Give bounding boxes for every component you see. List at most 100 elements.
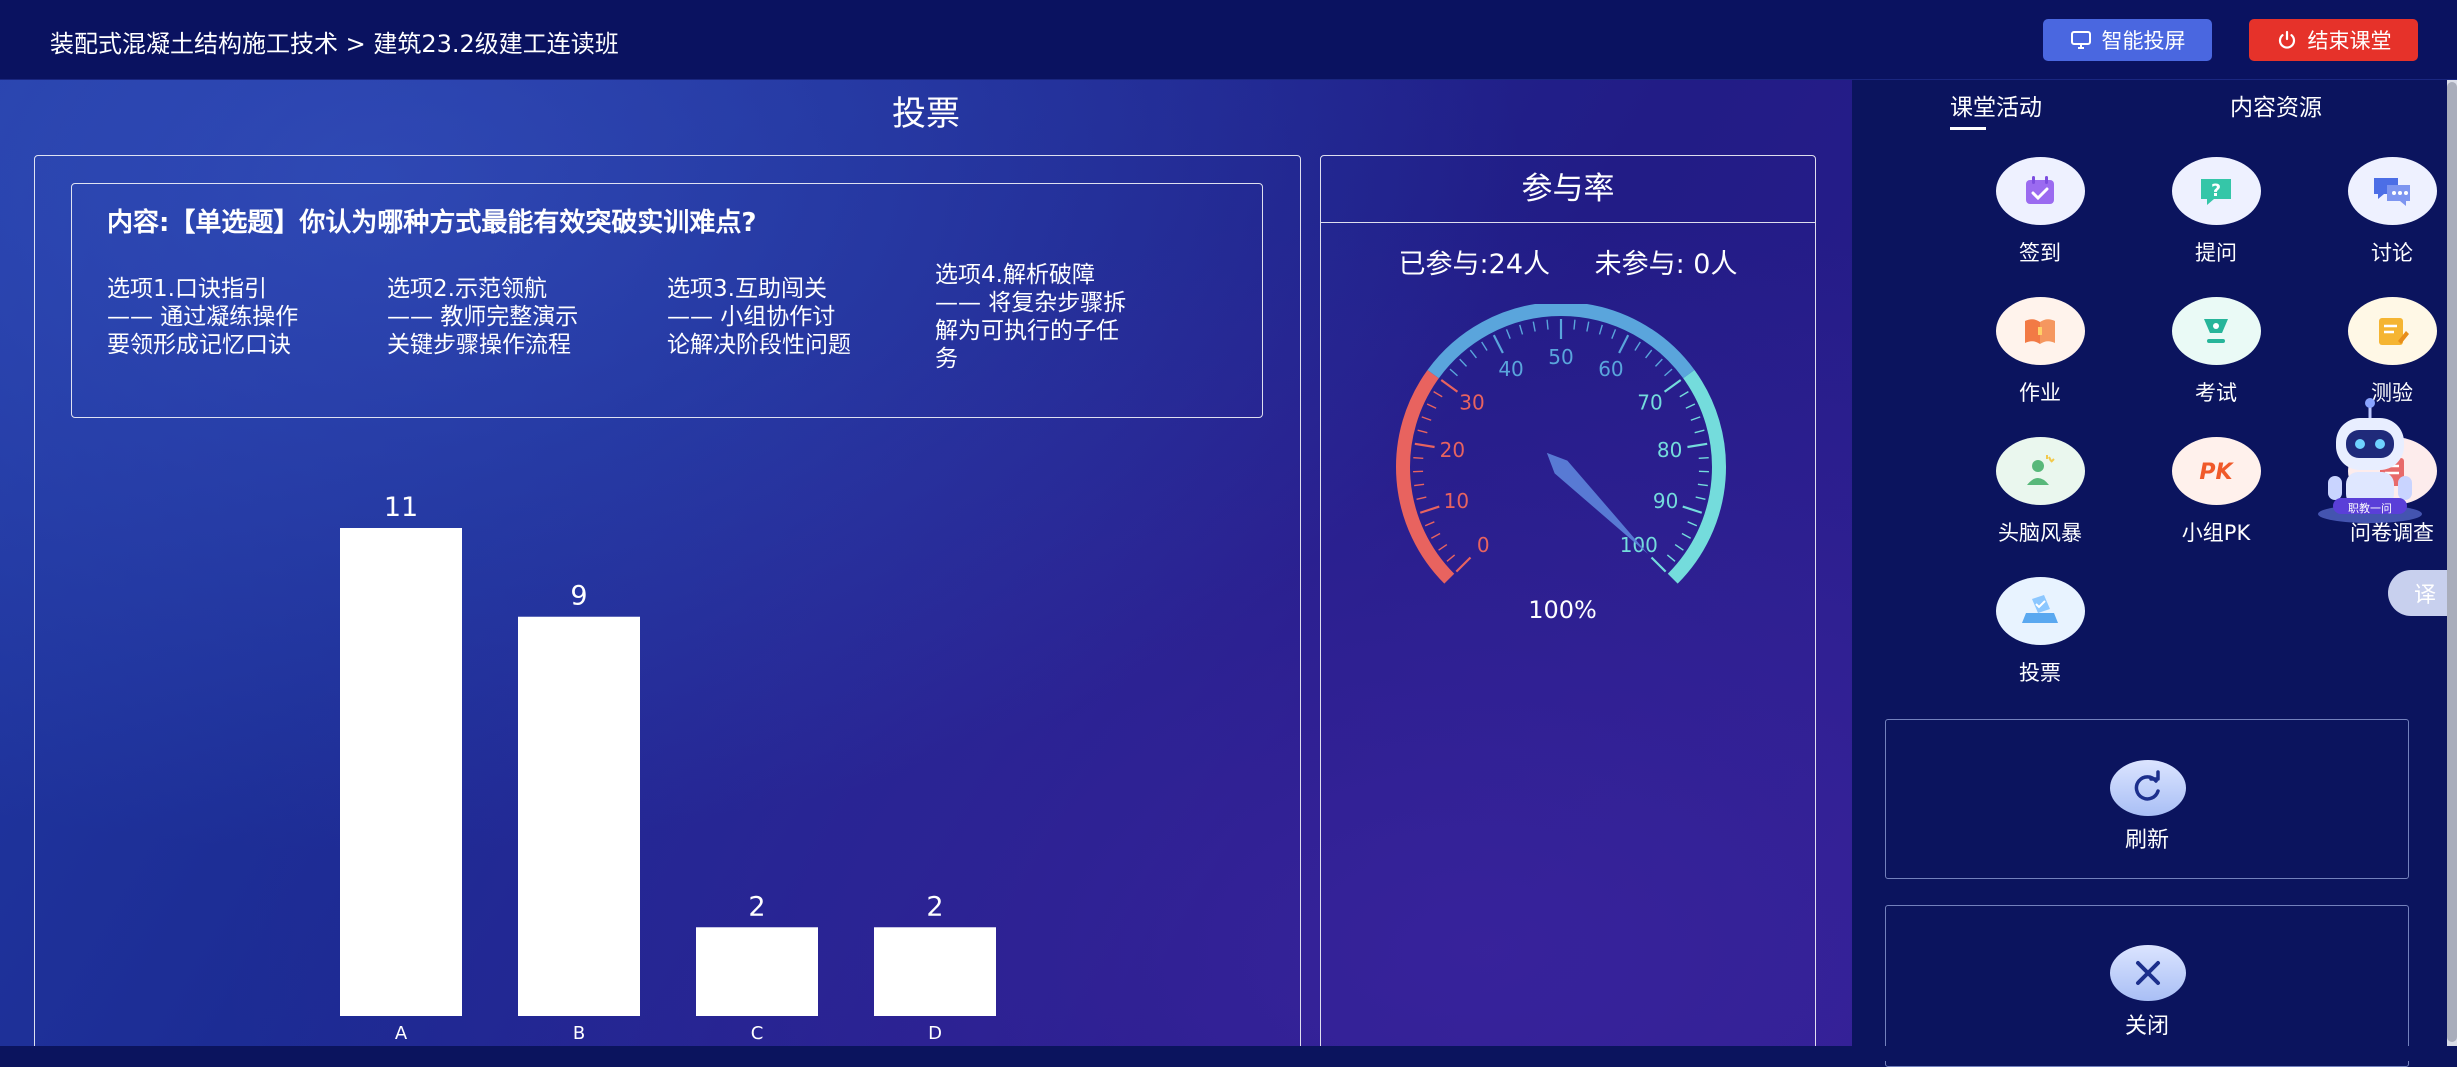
bar-C bbox=[696, 927, 818, 1016]
activity-icon-bg bbox=[2172, 297, 2261, 365]
sidebar: 课堂活动 内容资源 签到 ? 提问 bbox=[1852, 80, 2457, 1046]
refresh-icon-bg bbox=[2110, 760, 2186, 816]
bar-value-label: 2 bbox=[748, 891, 765, 922]
category-label: D bbox=[928, 1023, 942, 1044]
activity-label: 签到 bbox=[1970, 237, 2110, 267]
gauge-tick bbox=[1686, 404, 1695, 408]
power-icon bbox=[2276, 29, 2298, 51]
activity-discussion[interactable]: 讨论 bbox=[2322, 157, 2457, 267]
gauge-tick-label: 0 bbox=[1477, 533, 1490, 557]
activity-label: 作业 bbox=[1970, 377, 2110, 407]
activity-label: 考试 bbox=[2146, 377, 2286, 407]
activity-label: 小组PK bbox=[2146, 517, 2286, 547]
checkin-icon bbox=[2020, 171, 2060, 211]
gauge-tick bbox=[1427, 404, 1436, 408]
bar-chart-svg: 11A9B2C2D bbox=[35, 156, 1300, 1046]
smart-screen-button[interactable]: 智能投屏 bbox=[2043, 19, 2212, 61]
category-label: C bbox=[751, 1023, 764, 1044]
gauge-tick bbox=[1646, 350, 1652, 358]
activity-checkin[interactable]: 签到 bbox=[1970, 157, 2110, 267]
gauge-tick bbox=[1494, 335, 1503, 353]
activity-icon-bg bbox=[2348, 297, 2437, 365]
bottom-strip bbox=[0, 1046, 2457, 1061]
gauge-tick bbox=[1682, 533, 1691, 538]
activity-icon-bg: ? bbox=[2172, 157, 2261, 225]
activity-label: 投票 bbox=[1970, 657, 2110, 687]
gauge-tick bbox=[1680, 392, 1689, 397]
quiz-icon bbox=[2372, 311, 2412, 351]
refresh-label: 刷新 bbox=[1886, 822, 2408, 854]
gauge-value: 100% bbox=[1321, 596, 1804, 624]
close-icon bbox=[2129, 954, 2167, 992]
group-pk-icon: PK bbox=[2191, 456, 2241, 486]
gauge-tick bbox=[1587, 322, 1589, 332]
gauge-tick bbox=[1414, 484, 1424, 485]
tab-content-resources[interactable]: 内容资源 bbox=[2230, 88, 2322, 122]
gauge-tick bbox=[1574, 320, 1575, 330]
scrollbar[interactable] bbox=[2447, 80, 2457, 1046]
activity-brainstorm[interactable]: 头脑风暴 bbox=[1970, 437, 2110, 547]
gauge-tick bbox=[1482, 342, 1487, 350]
gauge-tick-label: 40 bbox=[1498, 357, 1523, 381]
gauge-tick bbox=[1687, 444, 1707, 447]
activity-icon-bg bbox=[1996, 577, 2085, 645]
activity-icon-bg: PK bbox=[2172, 437, 2261, 505]
gauge-tick bbox=[1691, 417, 1700, 420]
refresh-button[interactable]: 刷新 bbox=[1885, 719, 2409, 879]
activity-group-pk[interactable]: PK 小组PK bbox=[2146, 437, 2286, 547]
top-bar: 装配式混凝土结构施工技术 > 建筑23.2级建工连读班 智能投屏 结束课堂 bbox=[0, 0, 2457, 80]
gauge-tick bbox=[1612, 329, 1616, 338]
gauge-tick bbox=[1418, 430, 1428, 432]
homework-icon bbox=[2020, 311, 2060, 351]
gauge-tick-label: 10 bbox=[1444, 489, 1469, 513]
activity-quiz[interactable]: 测验 bbox=[2322, 297, 2457, 407]
category-label: B bbox=[573, 1023, 585, 1044]
gauge-tick bbox=[1675, 545, 1683, 551]
gauge-tick bbox=[1447, 555, 1455, 561]
breadcrumb: 装配式混凝土结构施工技术 > 建筑23.2级建工连读班 bbox=[50, 24, 619, 59]
vote-icon bbox=[2018, 591, 2062, 631]
gauge-tick bbox=[1619, 335, 1628, 353]
svg-text:?: ? bbox=[2211, 181, 2221, 201]
activity-label: 讨论 bbox=[2322, 237, 2457, 267]
activity-icon-bg bbox=[1996, 157, 2085, 225]
gauge-tick bbox=[1688, 522, 1697, 526]
participated-count: 已参与:24人 bbox=[1399, 249, 1550, 280]
end-class-label: 结束课堂 bbox=[2308, 25, 2392, 55]
gauge-tick bbox=[1665, 369, 1673, 376]
activity-icon-bg bbox=[1996, 437, 2085, 505]
activity-homework[interactable]: 作业 bbox=[1970, 297, 2110, 407]
svg-text:PK: PK bbox=[2199, 460, 2234, 485]
gauge-tick bbox=[1417, 497, 1427, 499]
participation-panel: 参与率 已参与:24人 未参与: 0人 01020304050607080901… bbox=[1320, 155, 1816, 1046]
participation-title: 参与率 bbox=[1321, 156, 1815, 223]
bar-A bbox=[340, 528, 462, 1016]
activity-vote[interactable]: 投票 bbox=[1970, 577, 2110, 687]
end-class-button[interactable]: 结束课堂 bbox=[2249, 19, 2418, 61]
ai-assistant-robot[interactable]: 职教一问 bbox=[2300, 392, 2440, 531]
bar-value-label: 9 bbox=[570, 581, 587, 612]
tab-class-activities[interactable]: 课堂活动 bbox=[1950, 88, 2042, 122]
vote-bar-chart: 11A9B2C2D bbox=[35, 156, 1300, 1046]
activity-question[interactable]: ? 提问 bbox=[2146, 157, 2286, 267]
brainstorm-icon bbox=[2020, 451, 2060, 491]
close-button[interactable]: 关闭 bbox=[1885, 905, 2409, 1067]
participation-stats: 已参与:24人 未参与: 0人 bbox=[1321, 242, 1815, 281]
gauge-tick-label: 20 bbox=[1440, 438, 1465, 462]
gauge-tick bbox=[1547, 320, 1548, 330]
gauge-tick bbox=[1695, 430, 1705, 432]
scrollbar-thumb[interactable] bbox=[2447, 82, 2457, 1042]
gauge-tick bbox=[1439, 545, 1447, 551]
activity-exam[interactable]: 考试 bbox=[2146, 297, 2286, 407]
bar-D bbox=[874, 927, 996, 1016]
question-icon: ? bbox=[2196, 171, 2236, 211]
close-label: 关闭 bbox=[1886, 1008, 2408, 1040]
gauge-tick bbox=[1683, 507, 1702, 513]
not-participated-count: 未参与: 0人 bbox=[1595, 249, 1738, 280]
gauge-tick bbox=[1470, 350, 1476, 358]
exam-icon bbox=[2196, 311, 2236, 351]
gauge-tick bbox=[1413, 458, 1423, 459]
gauge-tick bbox=[1434, 392, 1443, 397]
bar-value-label: 11 bbox=[384, 492, 418, 523]
gauge-tick bbox=[1665, 380, 1681, 392]
